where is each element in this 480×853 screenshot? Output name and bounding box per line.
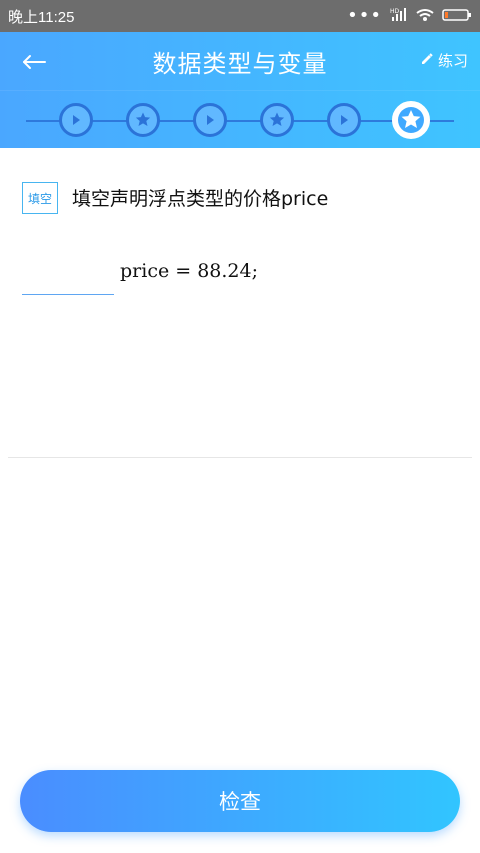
network-label: HD <box>390 8 400 15</box>
signal-icon: HD <box>390 6 408 26</box>
practice-button[interactable]: 练习 <box>420 50 468 71</box>
page-title: 数据类型与变量 <box>152 50 328 78</box>
wifi-icon <box>416 7 434 26</box>
play-icon <box>207 115 214 125</box>
battery-icon <box>442 7 472 26</box>
play-icon <box>341 115 348 125</box>
more-dots-icon: ••• <box>347 5 382 26</box>
step-play-2[interactable] <box>193 103 227 137</box>
step-star-3-active[interactable] <box>392 101 430 139</box>
question-card: 填空 填空声明浮点类型的价格price price = 88.24; <box>0 148 480 738</box>
step-star-2[interactable] <box>260 103 294 137</box>
blank-input-line[interactable] <box>22 294 114 295</box>
code-text: price = 88.24; <box>120 260 259 282</box>
step-play-1[interactable] <box>59 103 93 137</box>
star-icon <box>269 112 285 126</box>
play-icon <box>73 115 80 125</box>
content-divider <box>8 457 472 458</box>
practice-label: 练习 <box>437 52 468 70</box>
question-text: 填空声明浮点类型的价格price <box>72 188 329 210</box>
status-icons: ••• HD <box>347 7 472 25</box>
header: 数据类型与变量 练习 <box>0 32 480 90</box>
status-bar: 晚上11:25 ••• HD <box>0 0 480 32</box>
step-play-3[interactable] <box>327 103 361 137</box>
star-icon <box>135 112 151 126</box>
question-type-tag: 填空 <box>22 182 58 214</box>
status-time: 晚上11:25 <box>8 9 75 26</box>
pencil-icon <box>420 52 434 70</box>
step-star-1[interactable] <box>126 103 160 137</box>
step-progress <box>0 90 480 149</box>
check-button[interactable]: 检查 <box>20 770 460 832</box>
active-star-icon <box>398 107 424 133</box>
